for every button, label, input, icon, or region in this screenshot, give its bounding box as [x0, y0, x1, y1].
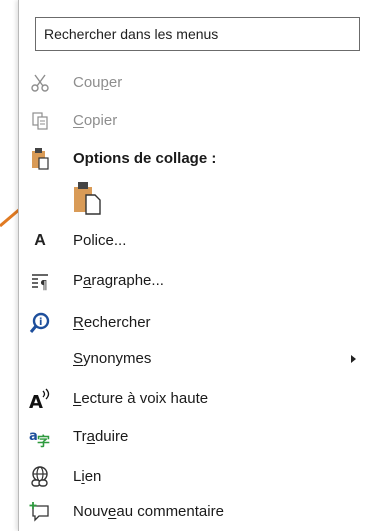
svg-text:¶: ¶ [40, 278, 48, 291]
read-aloud-icon: A [25, 384, 55, 414]
clipboard-icon [25, 144, 55, 174]
menu-item-paragraph[interactable]: ¶ Paragraphe... [19, 262, 379, 300]
context-menu: Couper Copier Options de collage : [18, 0, 379, 531]
menu-item-smart-lookup[interactable]: i Rechercher [19, 304, 379, 342]
paste-keep-text-only-button[interactable] [71, 181, 105, 220]
menu-item-synonyms[interactable]: Synonymes [19, 340, 379, 378]
copy-icon [25, 106, 55, 136]
smart-lookup-icon: i [25, 308, 55, 338]
keep-text-only-paste-icon [72, 181, 104, 220]
translate-icon: a 字 [25, 422, 55, 452]
scissors-icon [25, 68, 55, 98]
menu-item-link[interactable]: Lien [19, 458, 379, 496]
menu-item-cut[interactable]: Couper [19, 64, 379, 102]
font-icon: A [34, 232, 46, 249]
paragraph-icon: ¶ [25, 266, 55, 296]
menu-item-translate[interactable]: a 字 Traduire [19, 418, 379, 456]
menu-search-input[interactable] [35, 17, 360, 51]
svg-text:A: A [29, 392, 43, 410]
svg-text:i: i [39, 317, 42, 328]
submenu-arrow-icon [351, 355, 356, 363]
menu-item-copy[interactable]: Copier [19, 102, 379, 140]
link-icon [25, 462, 55, 492]
svg-text:字: 字 [37, 434, 50, 448]
menu-item-read-aloud[interactable]: A Lecture à voix haute [19, 380, 379, 418]
menu-item-new-comment[interactable]: Nouveau commentaire [19, 493, 379, 531]
paste-options-header: Options de collage : [19, 140, 379, 178]
menu-item-font[interactable]: A Police... [19, 222, 379, 260]
new-comment-icon [25, 497, 55, 527]
